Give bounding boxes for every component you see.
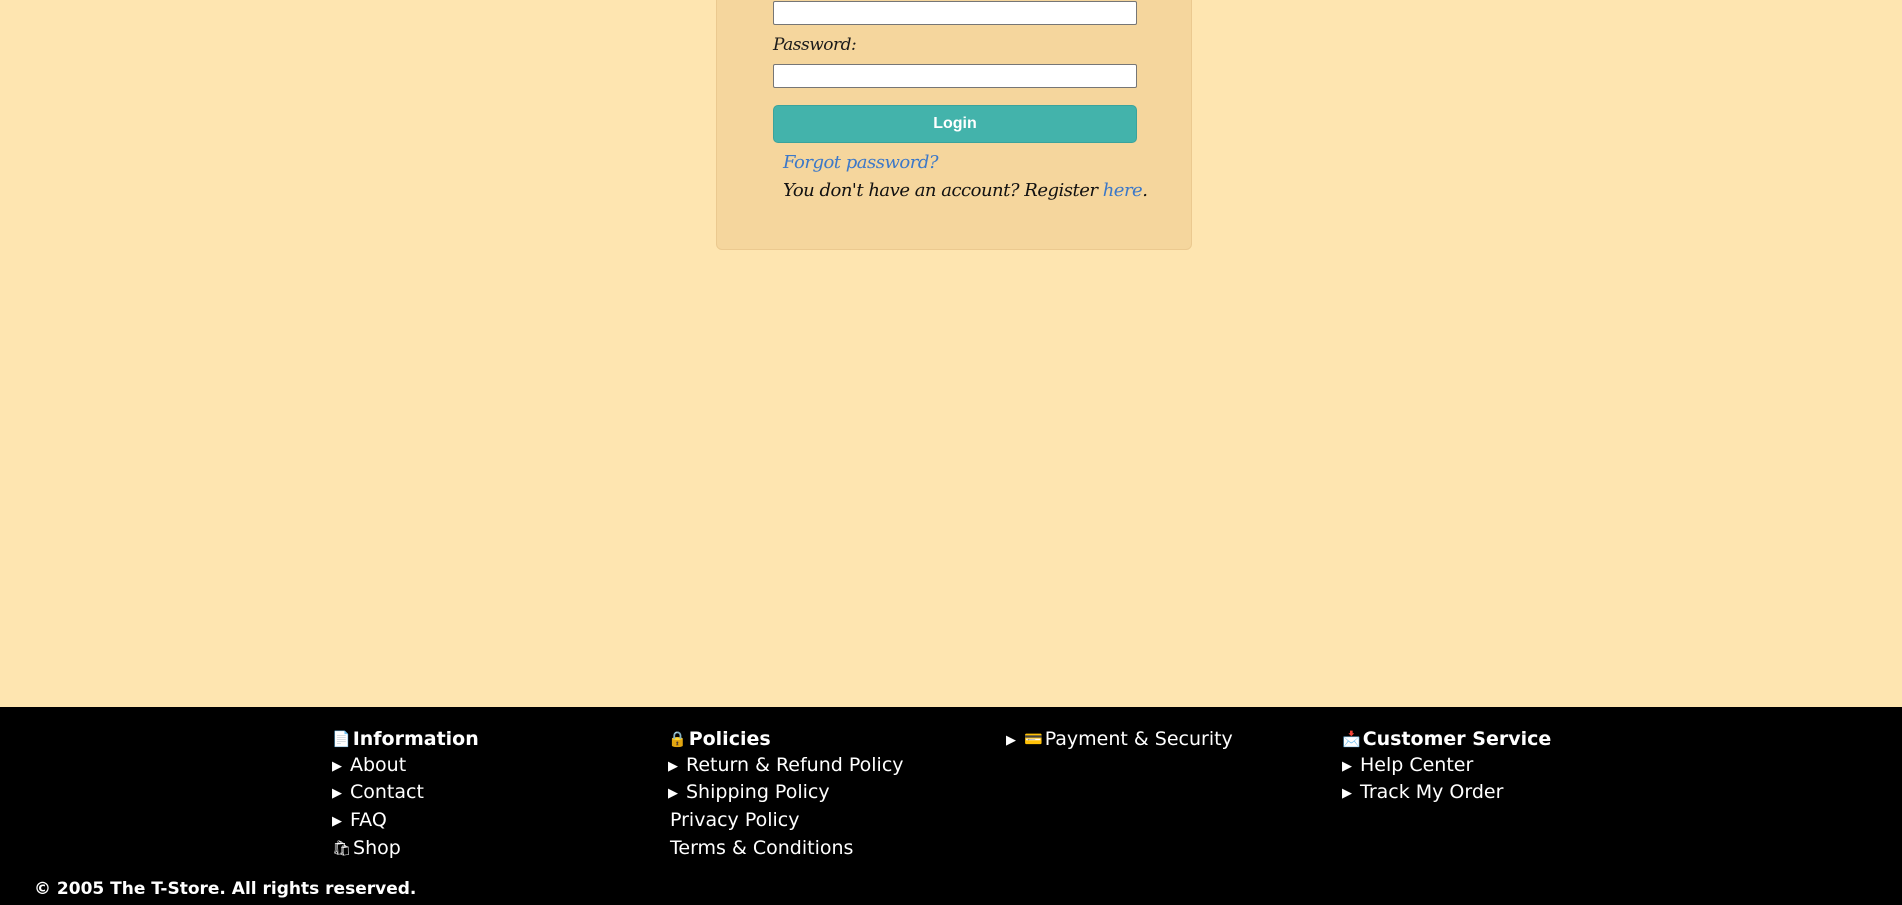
footer-service-column: 📩 Customer Service ▶ Help Center ▶ Track My… bbox=[1342, 727, 1551, 806]
document-icon: 📄 bbox=[332, 730, 351, 748]
password-input[interactable] bbox=[773, 64, 1137, 88]
triangle-right-icon: ▶ bbox=[332, 786, 342, 801]
triangle-right-icon: ▶ bbox=[332, 759, 342, 774]
information-heading: 📄 Information bbox=[332, 728, 479, 750]
lock-icon: 🔒 bbox=[668, 730, 687, 748]
triangle-right-icon: ▶ bbox=[668, 759, 678, 774]
triangle-right-icon: ▶ bbox=[1006, 733, 1016, 748]
triangle-right-icon: ▶ bbox=[668, 786, 678, 801]
credit-card-icon: 💳 bbox=[1024, 730, 1043, 748]
register-line: You don't have an account? Register here… bbox=[783, 180, 1148, 201]
footer-link-return-refund[interactable]: ▶ Return & Refund Policy bbox=[668, 752, 904, 778]
footer-link-shipping[interactable]: ▶ Shipping Policy bbox=[668, 778, 904, 806]
triangle-right-icon: ▶ bbox=[1342, 759, 1352, 774]
footer-link-track-order[interactable]: ▶ Track My Order bbox=[1342, 778, 1551, 806]
register-here-link[interactable]: here bbox=[1103, 180, 1143, 201]
login-card: Password: Login Forgot password? You don… bbox=[716, 0, 1192, 250]
policies-heading: 🔒 Policies bbox=[668, 728, 771, 750]
shopping-bags-icon: 🛍 bbox=[332, 839, 352, 857]
footer-link-terms[interactable]: Terms & Conditions bbox=[668, 834, 904, 862]
footer-link-privacy[interactable]: Privacy Policy bbox=[668, 806, 904, 834]
register-prompt: You don't have an account? Register bbox=[783, 180, 1103, 201]
footer-payment-column: ▶ 💳 Payment & Security bbox=[1006, 727, 1233, 752]
footer-information-column: 📄 Information ▶ About ▶ Contact ▶ FAQ 🛍 Shop bbox=[332, 727, 479, 862]
footer-link-help-center[interactable]: ▶ Help Center bbox=[1342, 752, 1551, 778]
footer-link-contact[interactable]: ▶ Contact bbox=[332, 778, 479, 806]
site-footer: 📄 Information ▶ About ▶ Contact ▶ FAQ 🛍 Shop … bbox=[0, 707, 1902, 905]
username-input[interactable] bbox=[773, 1, 1137, 25]
triangle-right-icon: ▶ bbox=[1342, 786, 1352, 801]
footer-policies-column: 🔒 Policies ▶ Return & Refund Policy ▶ Shipp… bbox=[668, 727, 904, 862]
triangle-right-icon: ▶ bbox=[332, 814, 342, 829]
footer-link-about[interactable]: ▶ About bbox=[332, 752, 479, 778]
footer-link-shop[interactable]: 🛍 Shop bbox=[332, 834, 479, 862]
envelope-icon: 📩 bbox=[1342, 730, 1361, 748]
forgot-password-link[interactable]: Forgot password? bbox=[783, 152, 939, 173]
customer-service-heading: 📩 Customer Service bbox=[1342, 728, 1552, 750]
copyright-text: © 2005 The T-Store. All rights reserved. bbox=[34, 879, 417, 899]
register-suffix: . bbox=[1142, 180, 1148, 201]
footer-link-payment-security[interactable]: ▶ 💳 Payment & Security bbox=[1006, 727, 1233, 752]
footer-link-faq[interactable]: ▶ FAQ bbox=[332, 806, 479, 834]
login-button[interactable]: Login bbox=[773, 105, 1137, 143]
password-label: Password: bbox=[773, 35, 857, 55]
